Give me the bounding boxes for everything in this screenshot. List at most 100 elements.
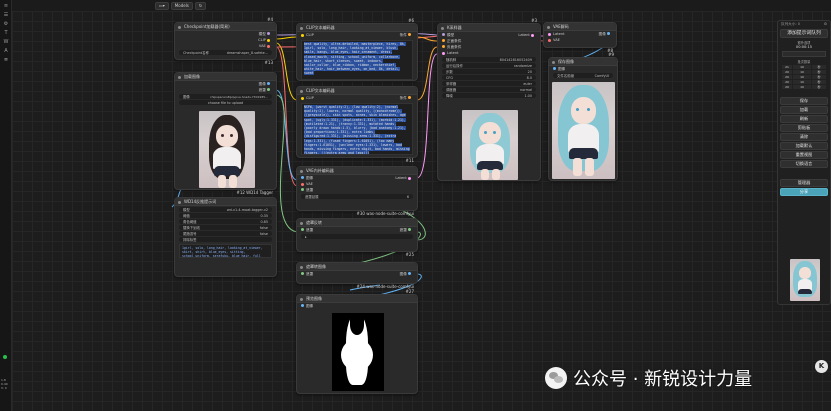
- cfg-field[interactable]: CFG 8.0: [442, 75, 536, 80]
- ksampler-node[interactable]: K采样器 #3 模型 Latent 正面条件 负面条件 Latent 随机种 804…: [437, 18, 541, 181]
- grow-mask-field[interactable]: 遮罩延展 6: [301, 194, 413, 199]
- manager-button[interactable]: 管理器: [780, 179, 828, 187]
- mask-input-port[interactable]: [301, 188, 304, 191]
- image-select[interactable]: 图像 chipspacers8pqvpve.hoads.7301985...: [179, 94, 272, 99]
- vae-encode-inpaint-node[interactable]: VAE内补编码器 图像 Latent VAE 遮罩 遮罩延展 6 #30 was-n…: [296, 166, 418, 216]
- node-title: 遮罩转图像: [297, 263, 417, 271]
- sampler-preview-image: [462, 110, 518, 180]
- exclude-tags-field[interactable]: 排除标签: [179, 237, 272, 242]
- image-input-port[interactable]: [301, 304, 304, 307]
- save-button[interactable]: 保存: [780, 97, 828, 105]
- scheduler-select[interactable]: 调度器 normal: [442, 87, 536, 92]
- control-after-generate-select[interactable]: 运行后操作 randomize: [442, 63, 536, 68]
- wechat-watermark: 公众号 · 新锐设计力量: [545, 366, 752, 390]
- node-title: 加载图像: [175, 73, 276, 81]
- preview-image-node[interactable]: 预览图像 图像 #27: [296, 289, 418, 394]
- image-output-port[interactable]: [607, 32, 610, 35]
- load-default-button[interactable]: 加载默认: [780, 142, 828, 150]
- refresh-button[interactable]: 刷新: [780, 115, 828, 123]
- tagger-model-select[interactable]: 模型 wd-v1-4-moat-tagger-v2: [179, 207, 272, 212]
- mask-invert-option[interactable]: ▸: [301, 234, 413, 239]
- input-label: CLIP: [306, 33, 314, 37]
- clip-text-encode-positive-node[interactable]: CLIP文本编码器 #6 CLIP 条件 best quality, ultra-…: [296, 18, 418, 81]
- node-id-badge: #3: [531, 18, 537, 23]
- mask-input-port[interactable]: [301, 228, 304, 231]
- input-label: 负面条件: [447, 44, 462, 49]
- queue-size-label: 队列大小: 0: [781, 22, 801, 26]
- upload-button[interactable]: choose file to upload: [179, 100, 272, 105]
- latent-input-port[interactable]: [548, 32, 551, 36]
- conditioning-port[interactable]: [408, 96, 411, 99]
- replace-underscore-toggle[interactable]: 替换下划线 false: [179, 225, 272, 230]
- batch-count-input[interactable]: [782, 51, 826, 57]
- output-label: 模型: [258, 31, 266, 36]
- mask-input-port[interactable]: [301, 272, 304, 275]
- trailing-comma-toggle[interactable]: 尾随逗号 false: [179, 231, 272, 236]
- positive-prompt-textarea[interactable]: best quality, ultra-detailed, masterpiec…: [301, 40, 413, 80]
- mask-port[interactable]: [267, 88, 270, 91]
- mask-to-image-node[interactable]: 遮罩转图像 遮罩 图像 #24 was-node-suite-comfyui: [296, 262, 418, 289]
- save-image-node[interactable]: 保存图像 #9 图像 文件名前缀 ComfyUI: [548, 52, 618, 181]
- image-input-port[interactable]: [553, 67, 556, 70]
- model-port[interactable]: [267, 32, 270, 35]
- image-input-port[interactable]: [301, 176, 304, 179]
- k-logo-icon[interactable]: K: [815, 360, 828, 373]
- latest-output-thumbnail[interactable]: [790, 259, 820, 301]
- node-foot-label: #30 was-node-suite-comfyui: [356, 211, 415, 216]
- switch-language-button[interactable]: 切换语言: [780, 160, 828, 168]
- latent-output-port[interactable]: [531, 33, 534, 37]
- output-image: [552, 82, 615, 179]
- clear-button[interactable]: 清除: [780, 133, 828, 141]
- checkpoint-loader-node[interactable]: Checkpoint加载器(简易) #4 模型 CLIP VAE Checkpo…: [174, 17, 277, 65]
- mask-output-port[interactable]: [408, 228, 411, 231]
- vae-port[interactable]: [267, 44, 270, 48]
- input-label: 模型: [447, 32, 455, 37]
- latent-input-port[interactable]: [442, 51, 445, 55]
- image-output-port[interactable]: [408, 272, 411, 275]
- node-foot-label: #12 WD14 Tagger: [236, 190, 273, 195]
- negative-input-port[interactable]: [442, 45, 445, 48]
- wd14-tagger-node[interactable]: WD14反推提示词 模型 wd-v1-4-moat-tagger-v2 阈值 0.3…: [174, 197, 277, 277]
- timer-display: 00:00:15: [795, 45, 813, 49]
- vae-input-port[interactable]: [548, 38, 551, 42]
- character-threshold-field[interactable]: 角色阈值 0.85: [179, 219, 272, 224]
- clip-text-encode-negative-node[interactable]: CLIP文本编码器 CLIP 条件 NSFW, (worst quality:2)…: [296, 86, 418, 163]
- checkpoint-select[interactable]: Checkpoint名称 dreamshaper_8.safete...: [179, 50, 272, 55]
- input-image-preview: [199, 111, 255, 188]
- node-title: 保存图像: [549, 58, 617, 66]
- image-port[interactable]: [267, 82, 270, 85]
- output-label: Latent: [395, 176, 407, 180]
- queue-prompt-button[interactable]: 添加提示词队列: [780, 29, 828, 38]
- reset-view-button[interactable]: 重置视图: [780, 151, 828, 159]
- latent-port[interactable]: [408, 176, 411, 180]
- denoise-field[interactable]: 降噪 1.00: [442, 93, 536, 98]
- input-label: 正面条件: [447, 38, 462, 43]
- clip-input-port[interactable]: [301, 96, 304, 100]
- conditioning-port[interactable]: [408, 33, 411, 36]
- clip-input-port[interactable]: [301, 33, 304, 37]
- clipspace-button[interactable]: 剪贴板: [780, 124, 828, 132]
- sampler-select[interactable]: 采样器 euler: [442, 81, 536, 86]
- positive-input-port[interactable]: [442, 39, 445, 42]
- node-title: WD14反推提示词: [175, 198, 276, 206]
- tagger-output-text[interactable]: 1girl, solo, long_hair, looking_at_viewe…: [179, 244, 272, 258]
- share-button[interactable]: 分享: [780, 188, 828, 196]
- wechat-logo-icon: [545, 367, 567, 389]
- load-image-node[interactable]: 加载图像 图像 遮罩 图像 chipspacers8pqvpve.hoads.73…: [174, 72, 277, 195]
- vae-decode-node[interactable]: VAE解码 #8 Latent 图像 VAE: [543, 22, 617, 53]
- model-input-port[interactable]: [442, 33, 445, 36]
- output-label: 条件: [399, 32, 407, 37]
- threshold-field[interactable]: 阈值 0.35: [179, 213, 272, 218]
- mask-invert-node[interactable]: 遮罩反转 遮罩 遮罩 ▸ #25: [296, 218, 418, 257]
- mask-preview: [332, 313, 384, 391]
- negative-prompt-textarea[interactable]: NSFW, (worst quality:2), (low quality:2)…: [301, 103, 413, 155]
- seed-field[interactable]: 随机种 804142816052409: [442, 57, 536, 62]
- clip-port[interactable]: [267, 38, 270, 42]
- filename-prefix-field[interactable]: 文件名前缀 ComfyUI: [553, 73, 613, 78]
- input-label: 图像: [558, 66, 566, 71]
- gear-icon[interactable]: ⚙: [824, 22, 827, 27]
- load-button[interactable]: 加载: [780, 106, 828, 114]
- vae-input-port[interactable]: [301, 182, 304, 186]
- status-indicator: [3, 355, 7, 359]
- steps-field[interactable]: 步数 20: [442, 69, 536, 74]
